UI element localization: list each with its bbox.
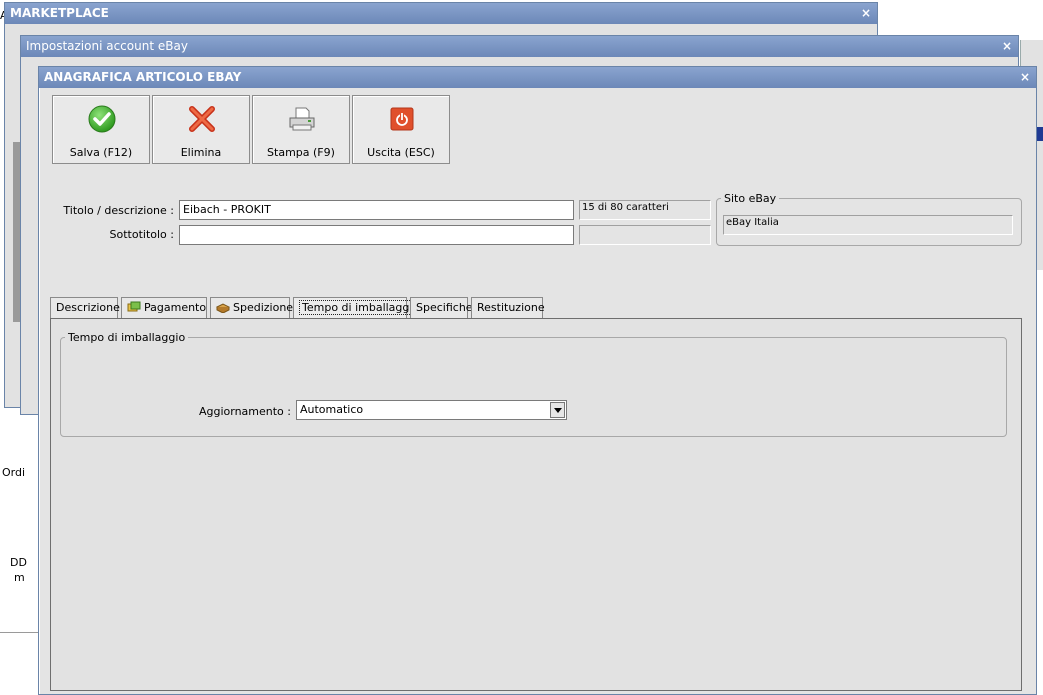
- power-icon: [390, 107, 414, 131]
- tab-restituzione-label: Restituzione: [477, 301, 545, 314]
- item-editor-body: Salva (F12) Elimina Stampa (F9) Uscita (…: [39, 88, 1036, 694]
- account-settings-titlebar[interactable]: Impostazioni account eBay ×: [21, 36, 1018, 57]
- shipping-icon: [216, 303, 230, 313]
- delete-button[interactable]: Elimina: [152, 95, 250, 164]
- title-char-counter: 15 di 80 caratteri: [579, 200, 711, 220]
- save-button[interactable]: Salva (F12): [52, 95, 150, 164]
- packaging-time-group-label: Tempo di imballaggio: [68, 331, 186, 344]
- subtitle-char-counter: [579, 225, 711, 245]
- tab-specifiche[interactable]: Specifiche: [410, 297, 473, 318]
- marketplace-title: MARKETPLACE: [10, 6, 109, 20]
- subtitle-label: Sottotitolo :: [109, 228, 174, 241]
- subtitle-input[interactable]: [179, 225, 574, 245]
- tab-tempo-di-imballaggio-label: Tempo di imballaggio: [299, 300, 423, 315]
- exit-button[interactable]: Uscita (ESC): [352, 95, 450, 164]
- item-editor-titlebar[interactable]: ANAGRAFICA ARTICOLO EBAY ×: [39, 67, 1036, 88]
- chevron-down-icon[interactable]: [550, 402, 565, 418]
- background-label-dd: DD: [10, 556, 27, 569]
- marketplace-close-icon[interactable]: ×: [861, 3, 871, 24]
- tab-spedizione-label: Spedizione: [233, 301, 294, 314]
- item-editor-title: ANAGRAFICA ARTICOLO EBAY: [44, 70, 242, 84]
- update-label: Aggiornamento :: [198, 405, 291, 418]
- delete-button-label: Elimina: [180, 146, 222, 159]
- marketplace-titlebar[interactable]: MARKETPLACE ×: [5, 3, 877, 24]
- payment-icon: [127, 301, 141, 312]
- delete-x-icon: [189, 106, 215, 132]
- checkmark-icon: [88, 105, 116, 133]
- update-select[interactable]: Automatico: [296, 400, 567, 420]
- item-editor-window: ANAGRAFICA ARTICOLO EBAY × Salva (F12) E…: [38, 66, 1037, 695]
- exit-button-label: Uscita (ESC): [367, 146, 435, 159]
- packaging-time-group: Tempo di imballaggio: [60, 331, 1007, 437]
- print-button-label: Stampa (F9): [267, 146, 335, 159]
- tab-panel-tempo-di-imballaggio: Tempo di imballaggio Aggiornamento : Aut…: [50, 318, 1022, 691]
- background-window-edge-blue: [1036, 127, 1043, 141]
- background-divider: [0, 632, 38, 633]
- account-settings-title: Impostazioni account eBay: [26, 39, 188, 53]
- tab-restituzione[interactable]: Restituzione: [471, 297, 545, 318]
- title-input[interactable]: Eibach - PROKIT: [179, 200, 574, 220]
- title-label: Titolo / descrizione :: [63, 204, 174, 217]
- item-editor-close-icon[interactable]: ×: [1020, 67, 1030, 88]
- ebay-site-group-label: Sito eBay: [724, 192, 777, 205]
- tab-tempo-di-imballaggio[interactable]: Tempo di imballaggio: [293, 297, 423, 319]
- ebay-site-value: eBay Italia: [723, 215, 1013, 235]
- tab-spedizione[interactable]: Spedizione: [210, 297, 294, 318]
- background-label-m: m: [14, 571, 25, 584]
- account-settings-close-icon[interactable]: ×: [1002, 36, 1012, 57]
- save-button-label: Salva (F12): [69, 146, 133, 159]
- printer-icon: [289, 107, 315, 131]
- tab-pagamento[interactable]: Pagamento: [121, 297, 207, 318]
- background-label-ordi: Ordi: [2, 466, 26, 479]
- tab-descrizione[interactable]: Descrizione: [50, 297, 120, 318]
- tab-pagamento-label: Pagamento: [144, 301, 207, 314]
- tab-descrizione-label: Descrizione: [56, 301, 120, 314]
- update-select-value: Automatico: [300, 403, 364, 416]
- tab-specifiche-label: Specifiche: [416, 301, 473, 314]
- print-button[interactable]: Stampa (F9): [252, 95, 350, 164]
